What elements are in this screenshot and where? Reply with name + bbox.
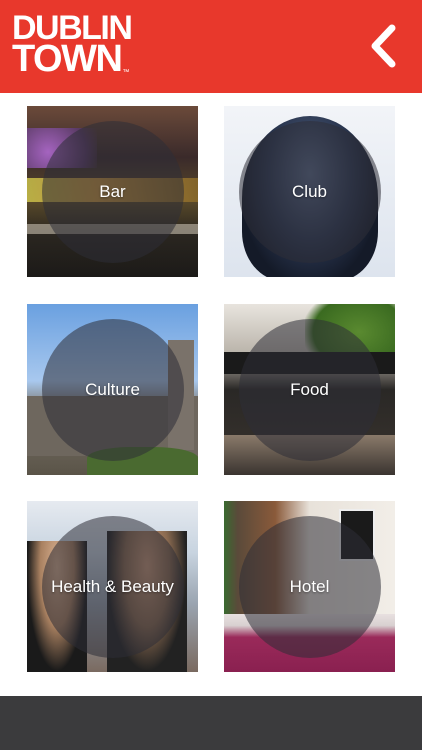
logo-line-2: TOWN™	[12, 40, 131, 78]
category-label: Club	[292, 181, 327, 201]
app-logo: DUBLIN TOWN™	[12, 11, 133, 78]
app-header: DUBLIN TOWN™	[0, 0, 422, 93]
logo-trademark: ™	[122, 68, 130, 76]
category-tile-club[interactable]: Club	[224, 106, 395, 277]
bottom-bar	[0, 696, 422, 750]
category-label: Health & Beauty	[51, 576, 174, 596]
back-button[interactable]	[358, 18, 408, 74]
logo-line-2-text: TOWN	[12, 38, 123, 81]
category-label: Culture	[85, 379, 140, 399]
category-tile-bar[interactable]: Bar	[27, 106, 198, 277]
category-tile-hotel[interactable]: Hotel	[224, 501, 395, 672]
category-tile-health-beauty[interactable]: Health & Beauty	[27, 501, 198, 672]
category-tile-culture[interactable]: Culture	[27, 304, 198, 475]
chevron-left-icon	[371, 24, 396, 68]
category-label: Hotel	[289, 576, 330, 596]
category-tile-food[interactable]: Food	[224, 304, 395, 475]
category-label: Food	[290, 379, 329, 399]
category-label: Bar	[99, 181, 126, 201]
